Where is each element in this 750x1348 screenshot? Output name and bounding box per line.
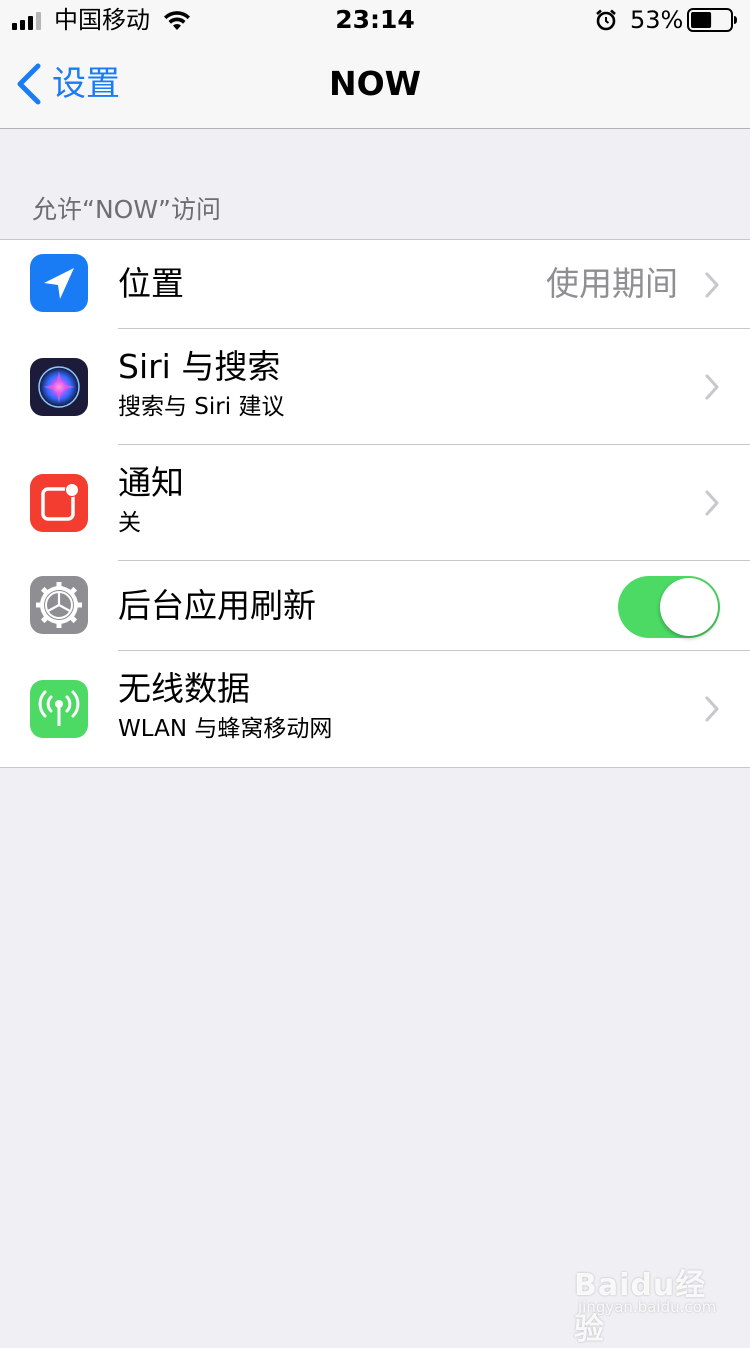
navigation-bar: 设置 NOW — [0, 40, 750, 129]
battery-icon — [687, 8, 737, 32]
alarm-icon — [596, 9, 616, 31]
baidu-watermark: Baidu经验 jingyan.baidu.com — [574, 1252, 724, 1347]
location-value: 使用期间 — [546, 264, 678, 303]
chevron-right-icon — [705, 696, 719, 722]
chevron-right-icon — [705, 272, 719, 298]
page-title: NOW — [328, 64, 422, 103]
location-title: 位置 — [118, 264, 184, 303]
status-bar: 中国移动 23:14 53% — [0, 0, 750, 40]
siri-search-row[interactable]: Siri 与搜索 搜索与 Siri 建议 — [0, 329, 750, 445]
location-arrow-icon — [30, 254, 88, 312]
notifications-icon — [30, 474, 88, 532]
chevron-right-icon — [705, 490, 719, 516]
siri-search-subtitle: 搜索与 Siri 建议 — [118, 394, 285, 420]
toggle-knob — [660, 578, 718, 636]
notifications-title: 通知 — [118, 463, 184, 502]
wireless-data-subtitle: WLAN 与蜂窝移动网 — [118, 716, 333, 742]
background-refresh-title: 后台应用刷新 — [118, 586, 316, 625]
permissions-list: 位置 使用期间 Siri 与搜索 搜索与 Siri 建议 通知 关 后台应用刷新… — [0, 239, 750, 768]
background-refresh-row: 后台应用刷新 — [0, 561, 750, 651]
chevron-right-icon — [705, 374, 719, 400]
notifications-subtitle: 关 — [118, 510, 141, 536]
wireless-data-title: 无线数据 — [118, 669, 250, 708]
battery-percent: 53% — [630, 6, 684, 34]
gear-icon — [30, 576, 88, 634]
siri-search-title: Siri 与搜索 — [118, 347, 281, 386]
background-refresh-toggle[interactable] — [618, 576, 720, 638]
wireless-data-row[interactable]: 无线数据 WLAN 与蜂窝移动网 — [0, 651, 750, 767]
notifications-row[interactable]: 通知 关 — [0, 445, 750, 561]
siri-icon — [30, 358, 88, 416]
antenna-icon — [30, 680, 88, 738]
section-header: 允许“NOW”访问 — [32, 195, 222, 224]
watermark-url: jingyan.baidu.com — [578, 1298, 717, 1316]
location-row[interactable]: 位置 使用期间 — [0, 240, 750, 329]
